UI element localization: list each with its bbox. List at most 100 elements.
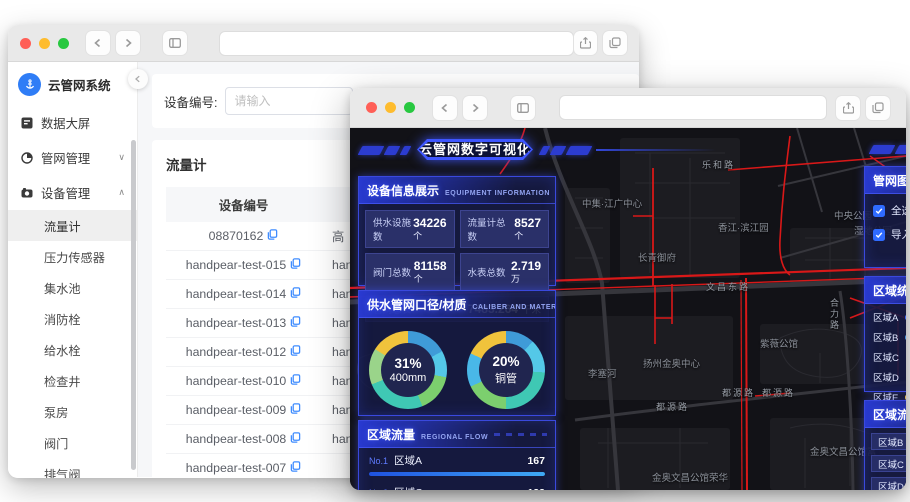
copy-icon[interactable] bbox=[290, 345, 301, 359]
sidebar-subitem-inspection-well[interactable]: 检查井 bbox=[8, 365, 137, 396]
checkbox-checked-icon[interactable] bbox=[873, 204, 885, 217]
region-label: 区域C bbox=[878, 459, 904, 471]
layer-option-import[interactable]: 导入 bbox=[873, 227, 906, 242]
visualization-dashboard: 乐和路 中集·江广中心 中央公园 湿地公园 香江·滨江园 长青御府 文昌东路 合… bbox=[350, 128, 906, 490]
share-icon[interactable] bbox=[836, 95, 860, 120]
copy-icon[interactable] bbox=[290, 374, 301, 388]
sidebar-scrollbar[interactable] bbox=[131, 140, 136, 470]
copy-icon[interactable] bbox=[290, 316, 301, 330]
sidebar-item-data-screen[interactable]: 数据大屏 bbox=[8, 105, 137, 140]
copy-icon[interactable] bbox=[290, 461, 301, 475]
regional-flow-list-panel: 区域流量 区域B 区域C 区域D 区域E bbox=[864, 400, 906, 490]
panel-title: 区域流量 bbox=[367, 428, 416, 442]
sidebar-subitem-water-hydrant[interactable]: 给水栓 bbox=[8, 334, 137, 365]
region-list-item[interactable]: 区域C bbox=[871, 455, 906, 472]
close-window-button[interactable] bbox=[20, 37, 31, 49]
subitem-label: 流量计 bbox=[44, 219, 81, 234]
panel-title: 区域统计 bbox=[873, 284, 906, 298]
caliber-donut-chart: 31% 400mm bbox=[369, 331, 447, 409]
sidebar-subitem-sump[interactable]: 集水池 bbox=[8, 272, 137, 303]
panel-title: 设备信息展示 bbox=[367, 184, 440, 198]
copy-icon[interactable] bbox=[267, 229, 278, 243]
stat-label: 供水设施数 bbox=[373, 218, 412, 243]
chevron-up-icon: ∧ bbox=[118, 187, 125, 197]
sidebar-subitem-flowmeter[interactable]: 流量计 bbox=[8, 210, 137, 241]
subitem-label: 检查井 bbox=[44, 374, 81, 389]
device-id: handpear-test-008 bbox=[185, 432, 287, 446]
device-id: handpear-test-009 bbox=[185, 403, 287, 417]
subitem-label: 压力传感器 bbox=[44, 250, 105, 265]
flow-rank-row: No.2 区域C 123 bbox=[359, 480, 555, 491]
sidebar-subitem-exhaust-valve[interactable]: 排气阀 bbox=[8, 458, 137, 479]
stat-unit: 个 bbox=[413, 273, 423, 284]
panel-subtitle: REGIONAL FLOW bbox=[421, 434, 489, 441]
subitem-label: 排气阀 bbox=[44, 467, 81, 479]
sidebar-subitem-pump-house[interactable]: 泵房 bbox=[8, 396, 137, 427]
url-bar[interactable] bbox=[218, 30, 574, 56]
legend-item: 区域B bbox=[873, 330, 906, 344]
stat-value: 2.719 bbox=[510, 259, 541, 274]
device-id-input[interactable] bbox=[225, 87, 354, 115]
zoom-window-button[interactable] bbox=[404, 102, 415, 113]
checkbox-checked-icon[interactable] bbox=[873, 228, 885, 241]
chevron-down-icon: ∨ bbox=[118, 152, 125, 162]
sidebar-toggle-icon[interactable] bbox=[163, 31, 188, 55]
legend-color-chip bbox=[905, 314, 906, 320]
desktop: 云管网系统 数据大屏 管网管理 ∨ 设备管理 ∧ 流量计 压力传感器 集水池 消… bbox=[0, 0, 910, 502]
sidebar-subitem-pressure-sensor[interactable]: 压力传感器 bbox=[8, 241, 137, 272]
stat-water-facilities: 供水设施数 34226 个 bbox=[365, 210, 455, 248]
panel-title: 区域流量 bbox=[873, 408, 906, 422]
regional-statistics-panel: 区域统计 区域A 区域B 区域C 区域D 区域E 0 bbox=[864, 276, 906, 420]
back-button[interactable] bbox=[86, 31, 111, 55]
region-list-item[interactable]: 区域D bbox=[871, 477, 906, 490]
device-id: handpear-test-013 bbox=[185, 316, 287, 330]
device-icon bbox=[20, 187, 33, 199]
stat-value: 81158 bbox=[413, 259, 447, 274]
minimize-window-button[interactable] bbox=[385, 102, 396, 113]
tabs-overview-icon[interactable] bbox=[603, 31, 627, 55]
stat-label: 流量计总数 bbox=[467, 218, 506, 243]
copy-icon[interactable] bbox=[290, 287, 301, 301]
sidebar-collapse-button[interactable] bbox=[128, 69, 148, 89]
copy-icon[interactable] bbox=[290, 258, 301, 272]
device-id: handpear-test-010 bbox=[185, 374, 287, 388]
copy-icon[interactable] bbox=[290, 403, 301, 417]
option-label: 导入 bbox=[891, 229, 906, 241]
copy-icon[interactable] bbox=[290, 432, 301, 446]
region-name: 区域C bbox=[394, 485, 423, 490]
regional-flow-panel: 区域流量 REGIONAL FLOW No.1 区域A 167 No.2 区域C… bbox=[358, 420, 556, 490]
layer-option-select-all[interactable]: 全选 bbox=[873, 203, 906, 218]
subitem-label: 阀门 bbox=[44, 436, 69, 451]
stat-flowmeter-total: 流量计总数 8527 个 bbox=[459, 210, 549, 248]
zoom-window-button[interactable] bbox=[57, 37, 69, 49]
sidebar-item-device-management[interactable]: 设备管理 ∧ bbox=[8, 175, 137, 210]
region-list-item[interactable]: 区域B bbox=[871, 433, 906, 450]
browser-chrome bbox=[350, 88, 906, 128]
subitem-label: 消防栓 bbox=[44, 312, 81, 327]
tabs-overview-icon[interactable] bbox=[866, 95, 890, 120]
panel-title: 管网图层 bbox=[873, 174, 906, 188]
share-icon[interactable] bbox=[573, 31, 598, 55]
flow-bar bbox=[369, 472, 545, 476]
option-label: 全选 bbox=[891, 205, 906, 217]
subitem-label: 集水池 bbox=[44, 281, 81, 296]
region-label: 区域D bbox=[878, 481, 904, 491]
legend-label: 区域C bbox=[873, 353, 899, 364]
sidebar-subitem-fire-hydrant[interactable]: 消防栓 bbox=[8, 303, 137, 334]
close-window-button[interactable] bbox=[366, 102, 377, 113]
donut-percent: 20% bbox=[492, 354, 520, 369]
stat-label: 水表总数 bbox=[467, 268, 506, 279]
sidebar-item-pipe-management[interactable]: 管网管理 ∨ bbox=[8, 140, 137, 175]
back-button[interactable] bbox=[433, 95, 457, 120]
browser-chrome bbox=[8, 25, 639, 62]
forward-button[interactable] bbox=[116, 31, 140, 55]
forward-button[interactable] bbox=[463, 95, 487, 120]
sidebar-item-label: 数据大屏 bbox=[41, 116, 91, 131]
minimize-window-button[interactable] bbox=[38, 37, 50, 49]
sidebar-subitem-valve[interactable]: 阀门 bbox=[8, 427, 137, 458]
sidebar-toggle-icon[interactable] bbox=[511, 95, 535, 120]
rank-label: No.1 bbox=[369, 455, 389, 466]
legend-label: 区域D bbox=[873, 373, 899, 384]
stat-valve-total: 阀门总数 81158 个 bbox=[365, 253, 455, 291]
url-bar[interactable] bbox=[559, 95, 827, 120]
